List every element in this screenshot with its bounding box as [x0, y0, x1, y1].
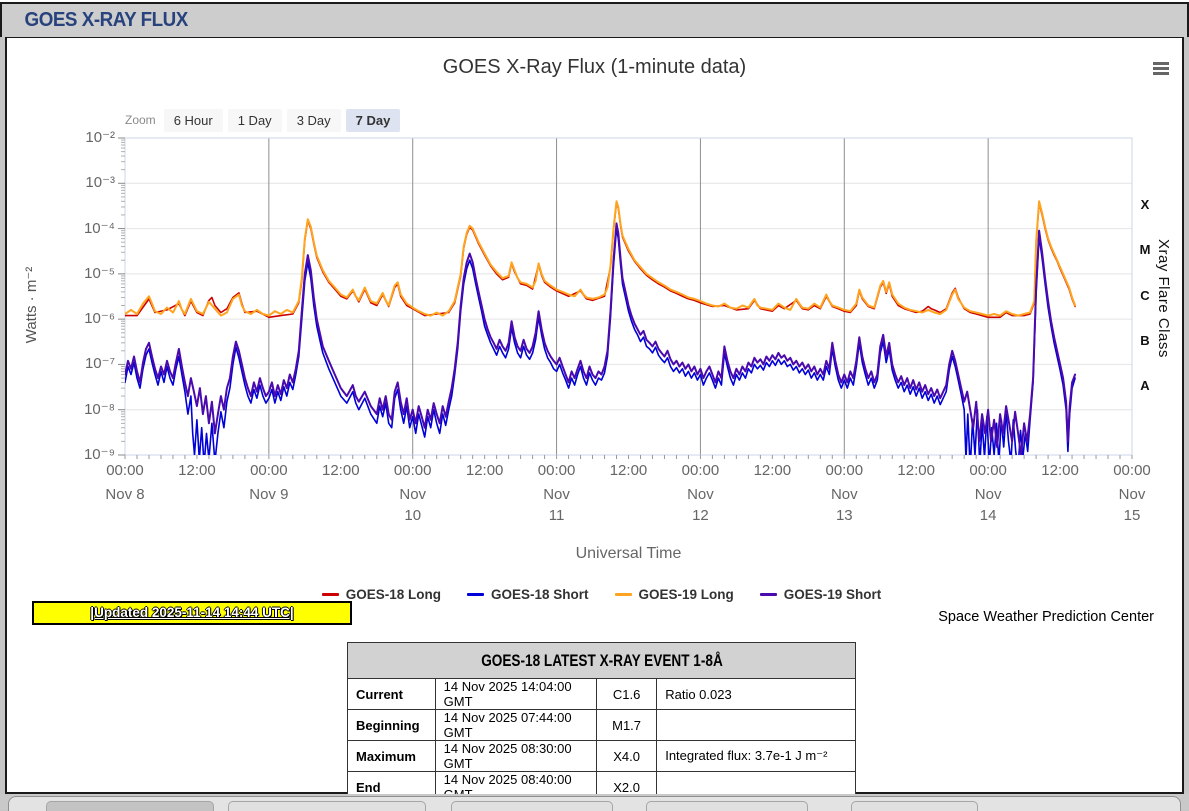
x-date-label: Nov13	[809, 484, 879, 526]
plot-border	[125, 138, 1132, 455]
legend-item-goes-18-short[interactable]: GOES-18 Short	[467, 587, 589, 602]
flare-class-label-m: M	[1135, 242, 1155, 257]
legend-label: GOES-19 Short	[784, 587, 882, 602]
event-cell-lbl: Beginning	[348, 710, 436, 741]
event-cell-tim: 14 Nov 2025 14:04:00 GMT	[435, 679, 596, 710]
latest-xray-event-table: GOES-18 LATEST X-RAY EVENT 1-8Å Current1…	[347, 642, 856, 803]
y-axis-title: Watts · m⁻²	[22, 245, 40, 365]
legend-item-goes-19-short[interactable]: GOES-19 Short	[760, 587, 882, 602]
legend-label: GOES-18 Short	[491, 587, 589, 602]
bottom-tab[interactable]	[46, 801, 214, 811]
x-date-label: Nov 9	[234, 484, 304, 505]
bottom-tab[interactable]	[451, 801, 613, 811]
bottom-tab-container	[8, 796, 1181, 811]
chart-legend: GOES-18 Long GOES-18 Short GOES-19 Long GOE…	[7, 587, 1189, 602]
y-tick-label: 10⁻³	[63, 176, 115, 190]
event-table-row: Beginning14 Nov 2025 07:44:00 GMTM1.7	[348, 710, 856, 741]
right-axis-title: Xray Flare Class	[1155, 213, 1172, 383]
event-cell-nte: Integrated flux: 3.7e-1 J m⁻²	[657, 741, 856, 772]
flare-class-label-x: X	[1135, 197, 1155, 212]
y-tick-label: 10⁻²	[63, 131, 115, 145]
flare-class-label-b: B	[1135, 333, 1155, 348]
flare-class-label-c: C	[1135, 288, 1155, 303]
x-date-label: Nov11	[522, 484, 592, 526]
x-tick-label: 12:00	[881, 462, 951, 479]
bottom-tab-strip	[0, 794, 1189, 810]
x-date-label: Nov12	[665, 484, 735, 526]
flare-class-label-a: A	[1135, 378, 1155, 393]
x-tick-label: 00:00	[1097, 462, 1167, 479]
bottom-tab[interactable]	[646, 801, 808, 811]
x-tick-label: 00:00	[378, 462, 448, 479]
page-header-bar: GOES X-RAY FLUX	[0, 4, 1189, 37]
x-date-label: Nov 8	[90, 484, 160, 505]
page: { "page": { "header_title": "GOES X-RAY …	[0, 0, 1189, 811]
legend-swatch	[467, 593, 484, 596]
x-date-label: Nov10	[378, 484, 448, 526]
event-table-title: GOES-18 LATEST X-RAY EVENT 1-8Å	[348, 643, 856, 679]
legend-label: GOES-19 Long	[639, 587, 734, 602]
series-goes-18-long[interactable]	[125, 203, 1075, 317]
x-tick-label: 12:00	[737, 462, 807, 479]
chart-panel: GOES X-Ray Flux (1-minute data) Zoom 6 H…	[5, 37, 1184, 794]
legend-item-goes-19-long[interactable]: GOES-19 Long	[615, 587, 734, 602]
x-date-label: Nov14	[953, 484, 1023, 526]
legend-swatch	[322, 593, 339, 596]
event-cell-cls: C1.6	[596, 679, 656, 710]
event-table-row: Maximum14 Nov 2025 08:30:00 GMTX4.0Integ…	[348, 741, 856, 772]
legend-label: GOES-18 Long	[346, 587, 441, 602]
y-tick-label: 10⁻⁴	[63, 222, 115, 236]
event-table-row: Current14 Nov 2025 14:04:00 GMTC1.6Ratio…	[348, 679, 856, 710]
x-tick-label: 12:00	[594, 462, 664, 479]
x-tick-label: 00:00	[809, 462, 879, 479]
event-cell-tim: 14 Nov 2025 07:44:00 GMT	[435, 710, 596, 741]
page-title: GOES X-RAY FLUX	[2, 9, 188, 32]
event-cell-nte: Ratio 0.023	[657, 679, 856, 710]
legend-swatch	[615, 593, 632, 596]
y-tick-label: 10⁻⁶	[63, 312, 115, 326]
y-tick-label: 10⁻⁵	[63, 267, 115, 281]
event-cell-cls: M1.7	[596, 710, 656, 741]
event-cell-tim: 14 Nov 2025 08:30:00 GMT	[435, 741, 596, 772]
bottom-tab[interactable]	[228, 801, 426, 811]
x-tick-label: 12:00	[1025, 462, 1095, 479]
x-tick-label: 00:00	[90, 462, 160, 479]
x-tick-label: 12:00	[306, 462, 376, 479]
x-tick-label: 00:00	[234, 462, 304, 479]
event-cell-lbl: Current	[348, 679, 436, 710]
legend-swatch	[760, 593, 777, 596]
x-date-label: Nov15	[1097, 484, 1167, 526]
x-tick-label: 12:00	[450, 462, 520, 479]
updated-timestamp: |Updated 2025-11-14 14:44 UTC|	[32, 601, 352, 625]
event-cell-lbl: Maximum	[348, 741, 436, 772]
bottom-tab[interactable]	[851, 801, 978, 811]
x-tick-label: 00:00	[953, 462, 1023, 479]
x-tick-label: 00:00	[522, 462, 592, 479]
x-tick-label: 00:00	[665, 462, 735, 479]
event-cell-nte	[657, 710, 856, 741]
y-tick-label: 10⁻⁹	[63, 448, 115, 462]
event-cell-cls: X4.0	[596, 741, 656, 772]
y-tick-label: 10⁻⁸	[63, 403, 115, 417]
series-goes-18-short[interactable]	[125, 229, 1075, 469]
series-goes-19-short[interactable]	[125, 223, 1075, 455]
y-tick-label: 10⁻⁷	[63, 357, 115, 371]
swpc-credit: Space Weather Prediction Center	[938, 609, 1154, 625]
x-tick-label: 12:00	[162, 462, 232, 479]
legend-item-goes-18-long[interactable]: GOES-18 Long	[322, 587, 441, 602]
x-axis-title: Universal Time	[125, 545, 1132, 563]
